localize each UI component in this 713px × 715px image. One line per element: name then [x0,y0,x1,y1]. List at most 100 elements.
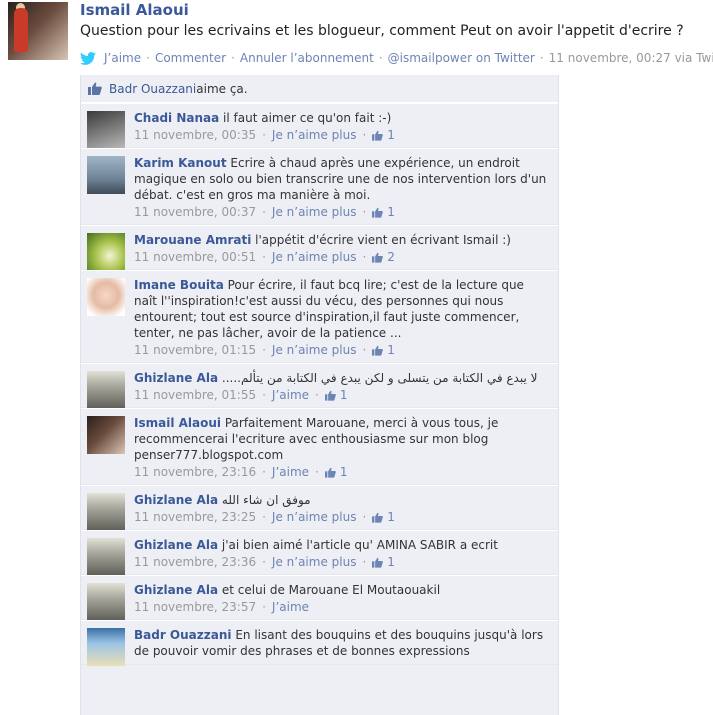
comment-meta: 11 novembre, 23:16 · J’aime · 1 [134,465,550,479]
comment-like-count[interactable]: 1 [340,388,348,402]
commenter-name[interactable]: Badr Ouazzani [134,628,232,642]
commenter-name[interactable]: Imane Bouita [134,278,224,292]
commenter-avatar[interactable] [87,538,125,576]
post-author[interactable]: Ismail Alaoui [80,1,189,19]
commenter-name[interactable]: Ghizlane Ala [134,371,218,385]
separator: · [315,388,319,402]
separator: · [262,128,266,142]
comment-like-link[interactable]: Je n’aime plus [272,205,357,219]
comment-item: Ghizlane Ala et celui de Marouane El Mou… [81,575,558,621]
commenter-name[interactable]: Ghizlane Ala [134,538,218,552]
separator: · [539,51,544,65]
comment-timestamp: 11 novembre, 00:35 [134,128,257,142]
thumbs-up-icon[interactable] [324,390,336,401]
thumbs-up-icon [88,82,102,95]
separator: · [262,600,266,614]
comment-timestamp: 11 novembre, 23:16 [134,465,257,479]
separator: · [362,250,367,264]
comment-like-count[interactable]: 1 [387,128,395,142]
comment-meta: 11 novembre, 01:15 · Je n’aime plus · 1 [134,343,550,357]
post-timestamp: 11 novembre, 00:27 via Twitter [548,51,713,65]
comment-body: Ismail Alaoui Parfaitement Marouane, mer… [134,415,550,463]
commenter-avatar[interactable] [87,278,125,316]
comment-text: l'appétit d'écrire vient en écrivant Ism… [251,233,511,247]
post-comment-link[interactable]: Commenter [155,51,226,65]
comment-meta: 11 novembre, 23:36 · Je n’aime plus · 1 [134,555,550,569]
comment-like-link[interactable]: Je n’aime plus [272,343,357,357]
commenter-name[interactable]: Ghizlane Ala [134,493,218,507]
commenter-avatar[interactable] [87,628,125,666]
commenter-avatar[interactable] [87,233,125,271]
comment-text: لا يبدع في الكتابة من يتسلى و لكن يبدع ف… [221,371,538,385]
post-meta: J’aime · Commenter · Annuler l’abonnemen… [80,51,713,65]
comment-like-count[interactable]: 1 [387,555,395,569]
comment-item: Chadi Nanaa il faut aimer ce qu'on fait … [81,103,558,149]
comment-like-count[interactable]: 1 [387,205,395,219]
separator: · [262,250,266,264]
comment-like-link[interactable]: Je n’aime plus [272,510,357,524]
commenter-avatar[interactable] [87,416,125,454]
separator: · [262,205,266,219]
comment-item: Ghizlane Ala لا يبدع في الكتابة من يتسلى… [81,363,558,409]
comment-timestamp: 11 novembre, 00:51 [134,250,257,264]
likes-summary: Badr Ouazzani aime ça. [81,75,558,103]
comment-body: Chadi Nanaa il faut aimer ce qu'on fait … [134,110,550,126]
comment-body: Imane Bouita Pour écrire, il faut bcq li… [134,277,550,341]
comment-body: Ghizlane Ala j'ai bien aimé l'article qu… [134,537,550,553]
comment-like-count[interactable]: 1 [340,465,348,479]
comment-item: Badr Ouazzani En lisant des bouquins et … [81,620,558,666]
commenter-name[interactable]: Chadi Nanaa [134,111,219,125]
separator: · [262,388,266,402]
comment-body: Ghizlane Ala موفق ان شاء الله [134,492,550,508]
separator: · [146,51,150,65]
likes-summary-name[interactable]: Badr Ouazzani [109,82,196,96]
thumbs-up-icon[interactable] [372,345,384,356]
comment-item: Ghizlane Ala موفق ان شاء الله 11 novembre… [81,485,558,531]
comment-like-link[interactable]: Je n’aime plus [272,128,357,142]
comment-like-count[interactable]: 2 [387,250,395,264]
comment-text: et celui de Marouane El Moutaouakil [218,583,441,597]
thumbs-up-icon[interactable] [372,252,384,263]
comment-body: Karim Kanout Ecrire à chaud après une ex… [134,155,550,203]
comment-meta: 11 novembre, 23:25 · Je n’aime plus · 1 [134,510,550,524]
post-twitter-link[interactable]: @ismailpower on Twitter [388,51,535,65]
comment-item: Ismail Alaoui Parfaitement Marouane, mer… [81,408,558,485]
commenter-avatar[interactable] [87,493,125,531]
commenter-name[interactable]: Ismail Alaoui [134,416,221,430]
separator: · [231,51,235,65]
comment-text: il faut aimer ce qu'on fait :-) [219,111,392,125]
commenter-name[interactable]: Ghizlane Ala [134,583,218,597]
commenter-avatar[interactable] [87,156,125,194]
separator: · [362,510,367,524]
commenter-avatar[interactable] [87,583,125,621]
thumbs-up-icon[interactable] [372,207,384,218]
comment-meta: 11 novembre, 00:37 · Je n’aime plus · 1 [134,205,550,219]
likes-summary-text: aime ça. [196,81,248,96]
commenter-avatar[interactable] [87,371,125,409]
commenter-name[interactable]: Karim Kanout [134,156,227,170]
comment-like-count[interactable]: 1 [387,510,395,524]
comment-item: Marouane Amrati l'appétit d'écrire vient… [81,225,558,271]
thumbs-up-icon[interactable] [372,557,384,568]
thumbs-up-icon[interactable] [324,467,336,478]
comment-like-count[interactable]: 1 [387,343,395,357]
thumbs-up-icon[interactable] [372,130,384,141]
comment-timestamp: 11 novembre, 00:37 [134,205,257,219]
commenter-name[interactable]: Marouane Amrati [134,233,251,247]
comment-body: Marouane Amrati l'appétit d'écrire vient… [134,232,550,248]
post-unsubscribe-link[interactable]: Annuler l’abonnement [240,51,374,65]
comment-body: Ghizlane Ala et celui de Marouane El Mou… [134,582,550,598]
separator: · [378,51,383,65]
post-avatar[interactable] [8,2,68,60]
comment-like-link[interactable]: J’aime [272,600,309,614]
comment-like-link[interactable]: Je n’aime plus [272,555,357,569]
commenter-avatar[interactable] [87,111,125,149]
comment-like-link[interactable]: J’aime [272,465,309,479]
comment-like-link[interactable]: Je n’aime plus [272,250,357,264]
comment-like-link[interactable]: J’aime [272,388,309,402]
comment-timestamp: 11 novembre, 23:36 [134,555,257,569]
post-like-link[interactable]: J’aime [104,51,141,65]
comment-timestamp: 11 novembre, 23:57 [134,600,257,614]
separator: · [362,205,367,219]
thumbs-up-icon[interactable] [372,512,384,523]
